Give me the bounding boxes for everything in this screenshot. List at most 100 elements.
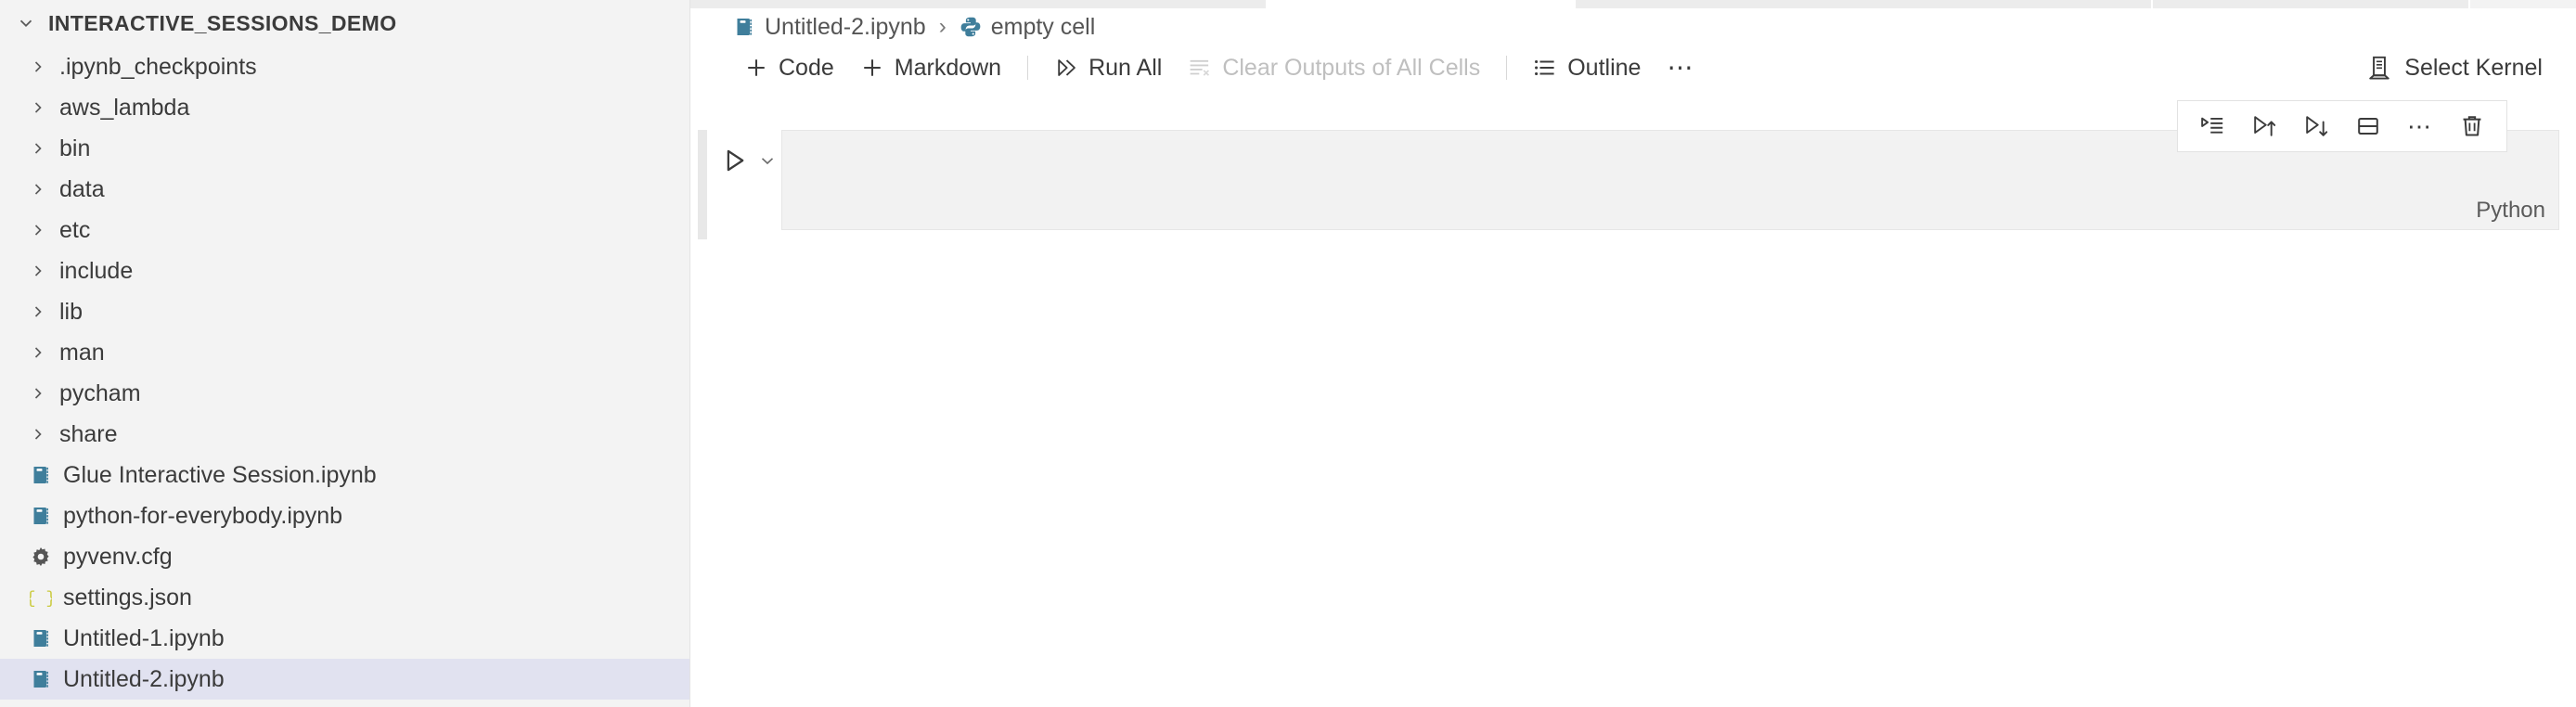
run-all-label: Run All xyxy=(1088,54,1163,81)
chevron-right-icon xyxy=(20,262,56,280)
run-below-button[interactable] xyxy=(2291,105,2341,148)
gear-icon xyxy=(20,546,61,568)
chevron-right-icon xyxy=(20,180,56,199)
editor-area: Untitled-2.ipynb › empty cell Code Markd… xyxy=(690,0,2576,707)
tree-item-folder[interactable]: aws_lambda xyxy=(0,87,689,128)
tree-item-file[interactable]: Untitled-1.ipynb xyxy=(0,618,689,659)
tree-item-folder[interactable]: pycham xyxy=(0,373,689,414)
tree-item-file[interactable]: Glue Interactive Session.ipynb xyxy=(0,455,689,495)
cell-gutter xyxy=(707,130,781,239)
add-markdown-cell-button[interactable]: Markdown xyxy=(847,50,1014,86)
tree-item-label: settings.json xyxy=(63,584,192,611)
notebook-icon xyxy=(20,627,61,649)
notebook-toolbar: Code Markdown Run All Clear Outputs of A… xyxy=(690,45,2576,90)
tree-item-label: Glue Interactive Session.ipynb xyxy=(63,461,377,488)
cell-more-actions-button[interactable]: ⋯ xyxy=(2395,105,2445,148)
tree-item-label: etc xyxy=(59,216,91,243)
cell-language-label[interactable]: Python xyxy=(2476,198,2545,224)
chevron-right-icon xyxy=(20,221,56,239)
run-below-icon xyxy=(2303,113,2329,139)
tree-item-folder[interactable]: data xyxy=(0,169,689,210)
tab-segment[interactable] xyxy=(2153,0,2468,8)
select-kernel-button[interactable]: Select Kernel xyxy=(2353,45,2556,90)
python-icon xyxy=(960,16,982,38)
tree-item-label: aws_lambda xyxy=(59,94,190,121)
tree-item-label: pycham xyxy=(59,379,141,406)
run-by-line-button[interactable] xyxy=(2187,105,2237,148)
toolbar-divider xyxy=(1506,56,1508,80)
chevron-right-icon xyxy=(20,343,56,362)
tree-item-label: man xyxy=(59,339,105,366)
tree-item-file[interactable]: { } settings.json xyxy=(0,577,689,618)
tree-item-label: python-for-everybody.ipynb xyxy=(63,502,343,529)
tree-item-file[interactable]: pyvenv.cfg xyxy=(0,536,689,577)
explorer-root-label: INTERACTIVE_SESSIONS_DEMO xyxy=(48,10,397,35)
tree-item-label: data xyxy=(59,175,105,202)
tree-item-label: include xyxy=(59,257,134,284)
explorer-section-header[interactable]: INTERACTIVE_SESSIONS_DEMO xyxy=(0,0,689,46)
tab-segment[interactable] xyxy=(690,0,1266,8)
breadcrumb-file[interactable]: Untitled-2.ipynb xyxy=(733,14,926,41)
add-code-cell-button[interactable]: Code xyxy=(731,50,847,86)
chevron-right-icon xyxy=(20,425,56,443)
editor-tab-strip xyxy=(690,0,2576,8)
tree-item-folder[interactable]: etc xyxy=(0,210,689,251)
kernel-icon xyxy=(2366,55,2392,81)
run-by-line-icon xyxy=(2199,113,2225,139)
tree-item-label: bin xyxy=(59,135,91,161)
tab-segment[interactable] xyxy=(1576,0,2151,8)
file-tree: .ipynb_checkpoints aws_lambdabin data etc in… xyxy=(0,46,689,700)
plus-icon xyxy=(860,56,884,80)
chevron-right-icon xyxy=(20,98,56,117)
split-cell-button[interactable] xyxy=(2343,105,2393,148)
tree-item-file[interactable]: Untitled-2.ipynb xyxy=(0,659,689,700)
tree-item-folder[interactable]: bin xyxy=(0,128,689,169)
tree-item-folder[interactable]: share xyxy=(0,414,689,455)
add-code-cell-label: Code xyxy=(779,54,834,81)
split-cell-icon xyxy=(2355,113,2381,139)
tab-segment-active[interactable] xyxy=(1268,0,1574,8)
tree-item-folder[interactable]: lib xyxy=(0,291,689,332)
notebook-icon xyxy=(20,668,61,690)
outline-button[interactable]: Outline xyxy=(1520,50,1654,86)
clear-outputs-label: Clear Outputs of All Cells xyxy=(1222,54,1481,81)
run-all-icon xyxy=(1054,56,1078,80)
breadcrumb-cell-label: empty cell xyxy=(990,13,1096,40)
tree-item-folder[interactable]: include xyxy=(0,251,689,291)
delete-cell-button[interactable] xyxy=(2447,105,2497,148)
tree-item-label: pyvenv.cfg xyxy=(63,543,173,570)
tree-item-file[interactable]: python-for-everybody.ipynb xyxy=(0,495,689,536)
toolbar-divider xyxy=(1027,56,1029,80)
run-above-icon xyxy=(2251,113,2277,139)
chevron-right-icon xyxy=(20,384,56,403)
breadcrumb-separator: › xyxy=(938,14,947,39)
chevron-down-icon[interactable] xyxy=(754,145,781,176)
tree-item-label: Untitled-1.ipynb xyxy=(63,624,225,651)
toolbar-more-button[interactable]: ⋯ xyxy=(1654,55,1707,81)
notebook-icon xyxy=(20,464,61,486)
select-kernel-label: Select Kernel xyxy=(2404,54,2543,81)
vscode-window: INTERACTIVE_SESSIONS_DEMO .ipynb_checkpo… xyxy=(0,0,2576,707)
chevron-right-icon xyxy=(20,58,56,76)
run-above-button[interactable] xyxy=(2239,105,2289,148)
outline-label: Outline xyxy=(1567,54,1642,81)
breadcrumb-cell[interactable]: empty cell xyxy=(960,13,1096,41)
tab-segment[interactable] xyxy=(2470,0,2576,8)
tree-item-label: .ipynb_checkpoints xyxy=(59,53,257,80)
trash-icon xyxy=(2459,113,2485,139)
tree-item-folder[interactable]: .ipynb_checkpoints xyxy=(0,46,689,87)
svg-text:{ }: { } xyxy=(30,590,52,609)
run-all-button[interactable]: Run All xyxy=(1041,50,1175,86)
run-cell-button[interactable] xyxy=(720,145,751,176)
notebook-icon xyxy=(20,505,61,527)
chevron-right-icon xyxy=(20,139,56,158)
tree-item-label: share xyxy=(59,420,118,447)
plus-icon xyxy=(744,56,768,80)
clear-outputs-button[interactable]: Clear Outputs of All Cells xyxy=(1175,50,1493,86)
chevron-right-icon xyxy=(20,302,56,321)
breadcrumb: Untitled-2.ipynb › empty cell xyxy=(690,8,2576,45)
tree-item-folder[interactable]: man xyxy=(0,332,689,373)
list-icon xyxy=(1533,56,1557,80)
notebook-icon xyxy=(733,16,755,38)
cell-toolbar: ⋯ xyxy=(2177,100,2507,152)
